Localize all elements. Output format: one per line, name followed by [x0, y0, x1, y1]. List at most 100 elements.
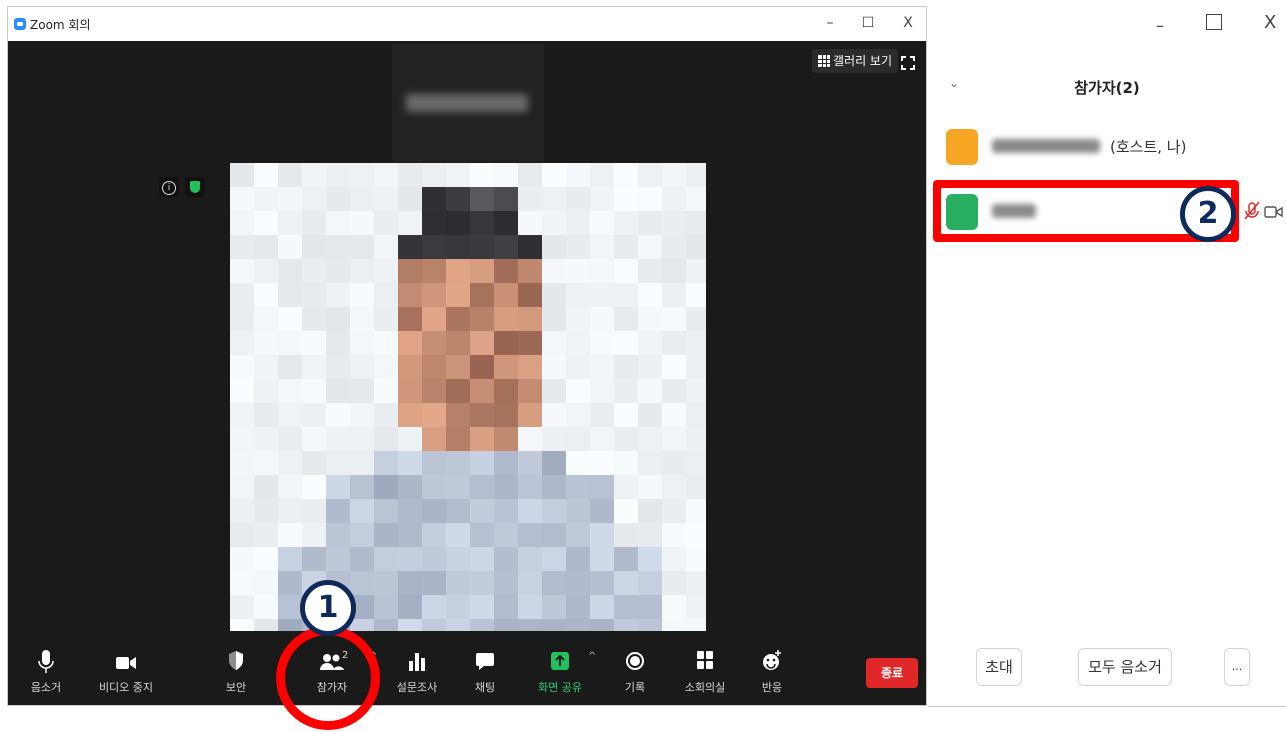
mute-button[interactable]: 음소거 [6, 649, 86, 695]
chat-bubble-icon [476, 653, 494, 670]
grid-icon [818, 55, 830, 67]
mosaic-cell [326, 379, 350, 403]
panel-minimize-button[interactable]: – [1156, 16, 1164, 35]
share-screen-label: 화면 공유 [538, 681, 582, 694]
share-screen-icon [551, 652, 569, 670]
muted-microphone-icon[interactable] [1244, 201, 1260, 221]
stop-video-button[interactable]: 비디오 중지 [86, 649, 166, 695]
mosaic-cell [518, 307, 542, 331]
stop-video-label: 비디오 중지 [98, 681, 154, 694]
mosaic-cell [542, 163, 566, 187]
mosaic-cell [326, 547, 350, 571]
mosaic-cell [326, 307, 350, 331]
mosaic-cell [638, 475, 662, 499]
mosaic-cell [254, 475, 278, 499]
mosaic-cell [230, 259, 254, 283]
video-area: 갤러리 보기 i [8, 41, 926, 643]
mosaic-cell [254, 571, 278, 595]
mosaic-cell [638, 571, 662, 595]
close-button[interactable]: X [896, 13, 920, 33]
mosaic-cell [686, 163, 706, 187]
record-button[interactable]: 기록 [595, 649, 675, 695]
mosaic-cell [662, 403, 686, 427]
mosaic-cell [638, 211, 662, 235]
mosaic-cell [590, 307, 614, 331]
main-video-feed [230, 163, 706, 643]
mosaic-cell [422, 163, 446, 187]
mosaic-cell [638, 163, 662, 187]
info-glyph: i [162, 181, 176, 195]
mosaic-cell [422, 355, 446, 379]
mosaic-cell [422, 235, 446, 259]
reactions-button[interactable]: 반응 [732, 649, 812, 695]
fullscreen-icon[interactable] [901, 56, 915, 70]
mosaic-cell [350, 379, 374, 403]
mosaic-cell [350, 355, 374, 379]
mosaic-cell [542, 355, 566, 379]
mosaic-cell [422, 307, 446, 331]
mosaic-cell [254, 235, 278, 259]
mosaic-cell [590, 547, 614, 571]
mosaic-cell [566, 379, 590, 403]
mosaic-cell [638, 379, 662, 403]
encryption-shield-icon[interactable] [185, 177, 205, 197]
meeting-info-icon[interactable]: i [159, 177, 179, 197]
mosaic-cell [278, 595, 302, 619]
mosaic-cell [398, 331, 422, 355]
panel-maximize-button[interactable] [1206, 14, 1222, 30]
mosaic-cell [518, 331, 542, 355]
mosaic-cell [566, 355, 590, 379]
mosaic-cell [494, 499, 518, 523]
mosaic-cell [374, 547, 398, 571]
emoji-reaction-icon [763, 650, 781, 670]
mosaic-cell [542, 379, 566, 403]
mosaic-cell [254, 403, 278, 427]
participant-row-host[interactable]: (호스트, 나) [928, 127, 1286, 167]
maximize-button[interactable]: ☐ [856, 13, 880, 33]
mosaic-cell [374, 427, 398, 451]
mosaic-cell [422, 451, 446, 475]
mosaic-cell [374, 307, 398, 331]
mosaic-cell [518, 403, 542, 427]
mosaic-cell [518, 547, 542, 571]
more-options-button[interactable]: ... [1224, 648, 1250, 686]
mosaic-cell [254, 355, 278, 379]
participant-avatar [946, 129, 978, 165]
participant-name-blurred [992, 139, 1100, 153]
invite-button[interactable]: 초대 [976, 648, 1022, 686]
mosaic-cell [470, 403, 494, 427]
mosaic-cell [542, 499, 566, 523]
mosaic-cell [614, 475, 638, 499]
security-button[interactable]: 보안 [196, 649, 276, 695]
mosaic-cell [374, 403, 398, 427]
mosaic-cell [590, 499, 614, 523]
participant-thumbnail-tile[interactable] [392, 44, 544, 162]
mosaic-cell [542, 547, 566, 571]
mosaic-cell [590, 451, 614, 475]
minimize-button[interactable]: – [818, 13, 842, 33]
mosaic-cell [542, 595, 566, 619]
camera-icon[interactable] [1264, 204, 1284, 220]
mosaic-cell [614, 283, 638, 307]
chat-button[interactable]: 채팅 [445, 649, 525, 695]
end-meeting-button[interactable]: 종료 [866, 658, 918, 688]
participants-panel: – X ⌄ 참가자(2) (호스트, 나) 초대 모두 음소거 ... [928, 0, 1286, 707]
mosaic-cell [398, 307, 422, 331]
mosaic-cell [470, 451, 494, 475]
mosaic-cell [590, 355, 614, 379]
mosaic-cell [470, 595, 494, 619]
mosaic-cell [446, 355, 470, 379]
mosaic-cell [566, 259, 590, 283]
mosaic-cell [566, 595, 590, 619]
mosaic-cell [494, 259, 518, 283]
mosaic-cell [518, 235, 542, 259]
mosaic-cell [446, 475, 470, 499]
mosaic-cell [542, 211, 566, 235]
gallery-view-button[interactable]: 갤러리 보기 [812, 49, 899, 73]
mute-all-button[interactable]: 모두 음소거 [1078, 648, 1172, 686]
mosaic-cell [590, 235, 614, 259]
meeting-toolbar: 음소거 비디오 중지 보안 2 참가자 ^ 설문조사 채팅 화면 공유 ^ 기록… [8, 631, 926, 705]
panel-close-button[interactable]: X [1264, 12, 1276, 33]
mosaic-cell [614, 427, 638, 451]
mosaic-cell [566, 235, 590, 259]
